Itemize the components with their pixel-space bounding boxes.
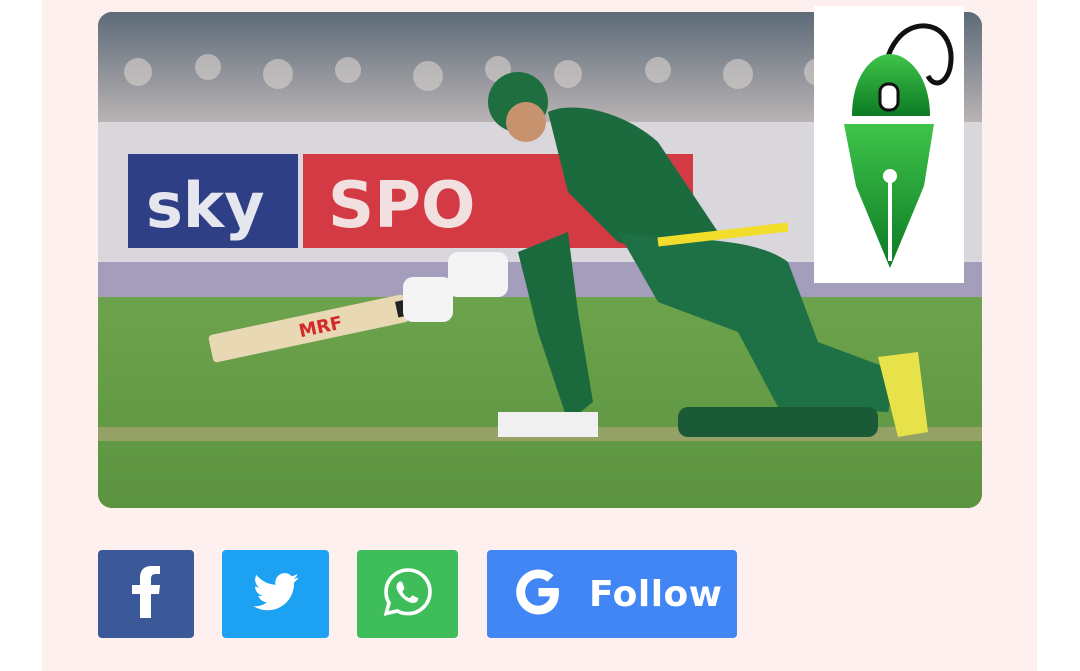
- follow-label: Follow: [589, 573, 723, 615]
- facebook-icon: [131, 565, 161, 623]
- whatsapp-icon: [383, 567, 433, 622]
- site-logo: [814, 6, 964, 283]
- whatsapp-share-button[interactable]: [357, 550, 458, 638]
- article-content: sky SPO MRF Follow: [42, 0, 1037, 671]
- google-news-follow-button[interactable]: Follow: [487, 550, 737, 638]
- twitter-icon: [252, 572, 299, 616]
- facebook-share-button[interactable]: [98, 550, 194, 638]
- twitter-share-button[interactable]: [222, 550, 329, 638]
- banner-sports-text: SPO: [328, 169, 475, 243]
- google-icon: [515, 569, 561, 620]
- banner-sky-text: sky: [146, 169, 265, 242]
